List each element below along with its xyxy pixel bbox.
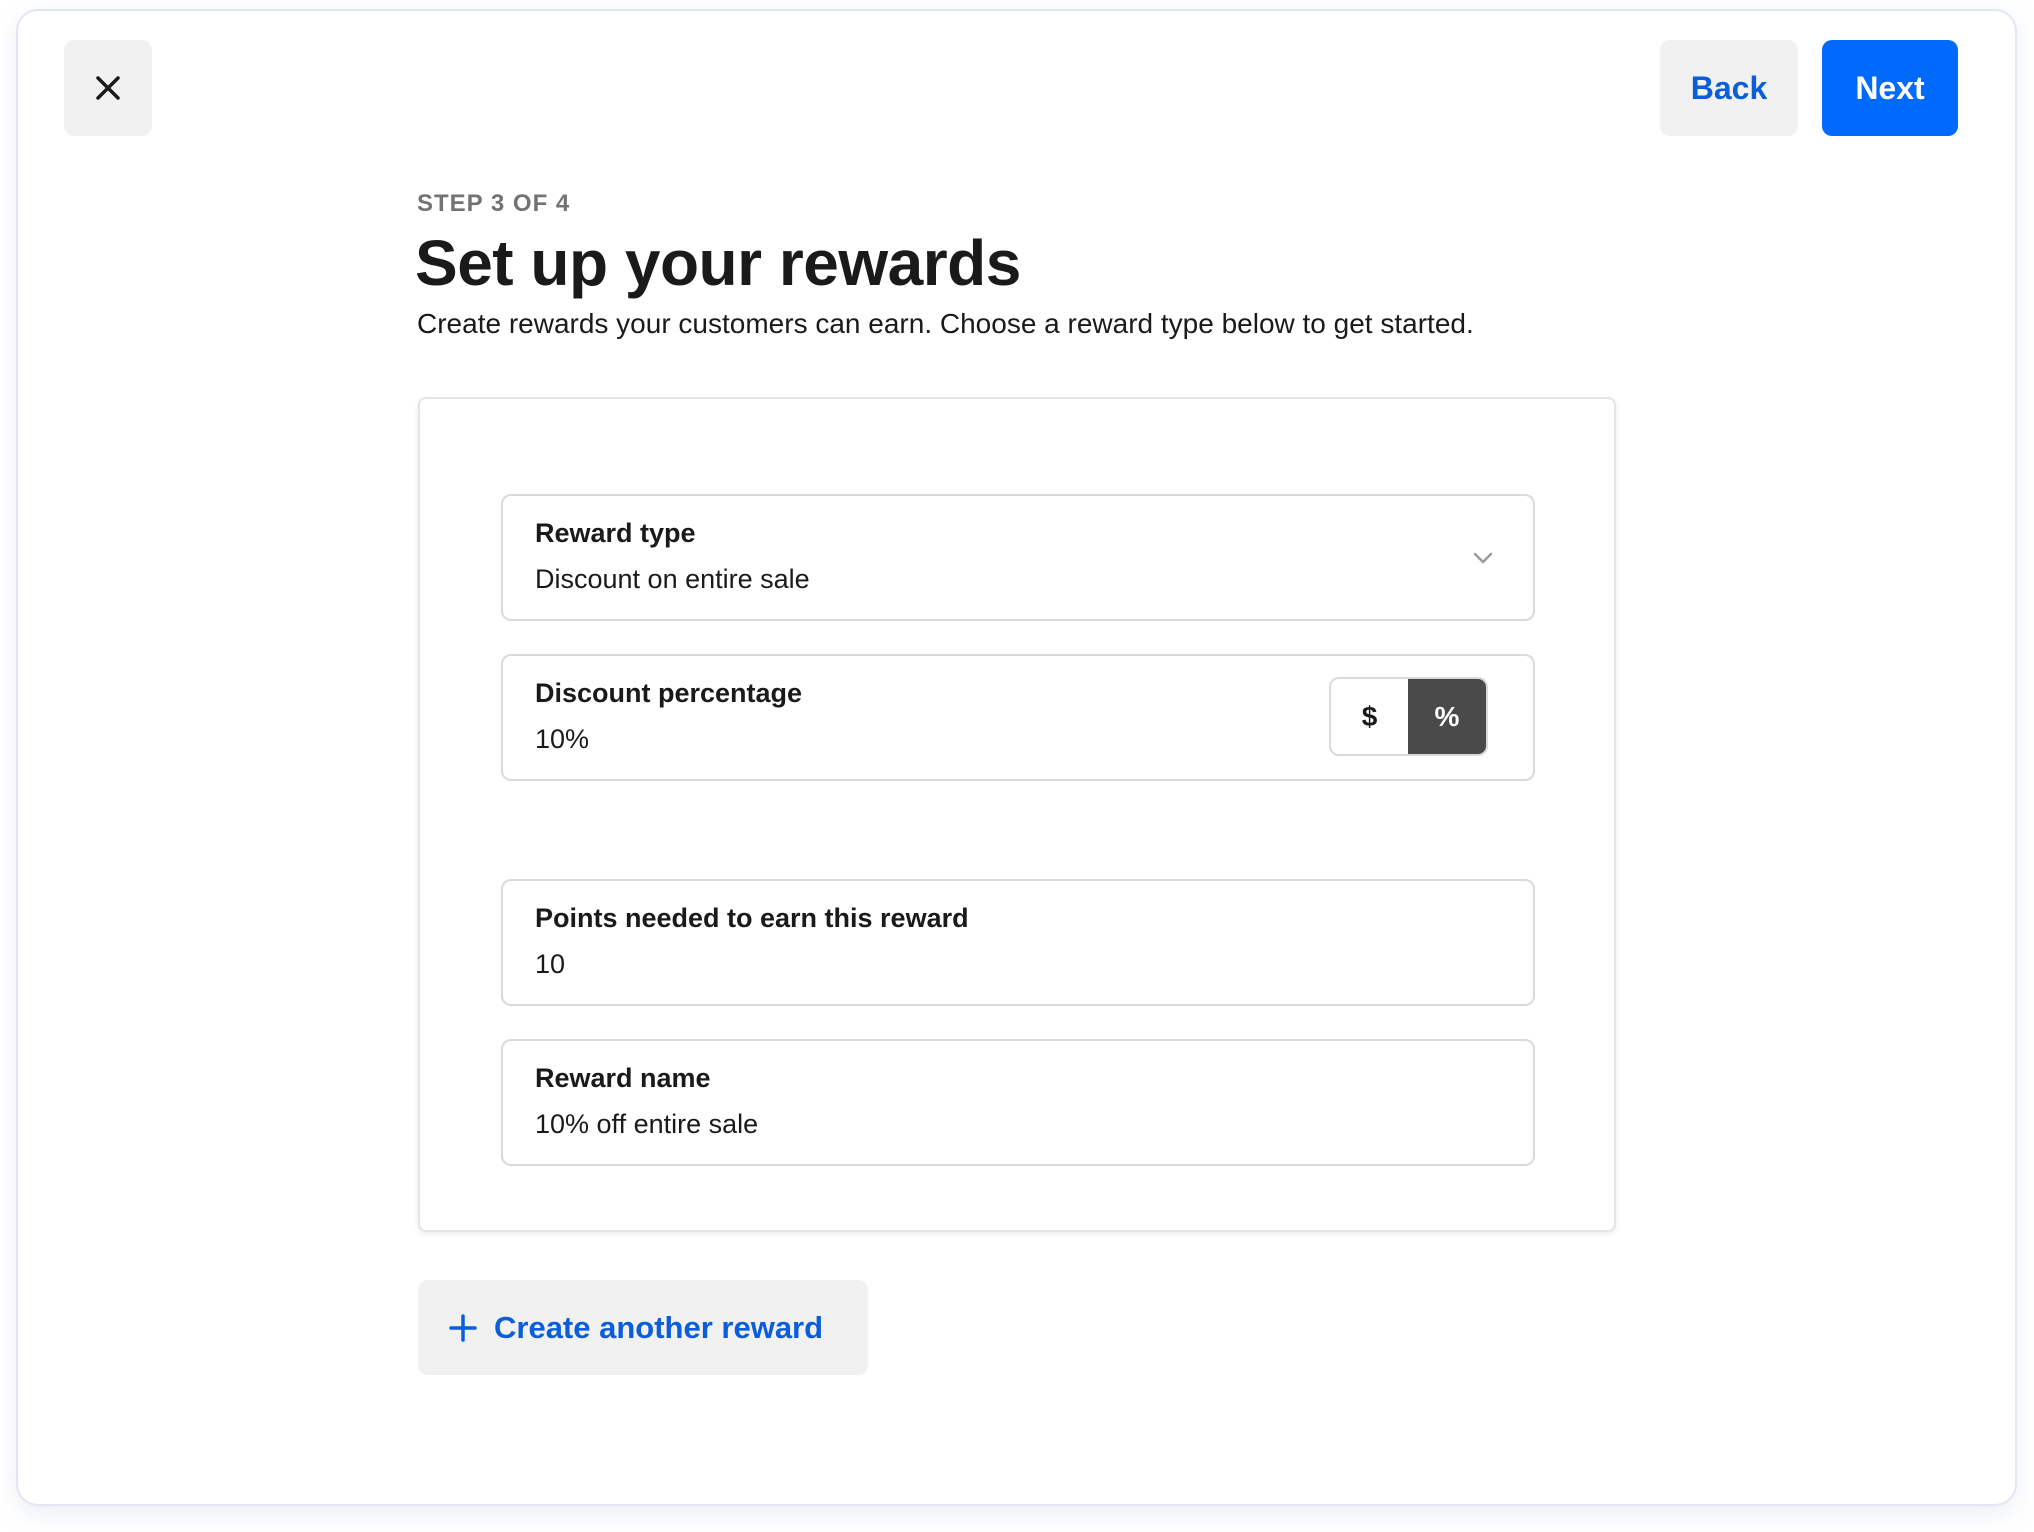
close-icon — [96, 76, 120, 100]
discount-percentage-label: Discount percentage — [535, 678, 803, 708]
close-button[interactable] — [64, 40, 152, 136]
reward-type-label: Reward type — [535, 518, 696, 548]
points-needed-value[interactable]: 10 — [535, 949, 565, 980]
reward-name-value[interactable]: 10% off entire sale — [535, 1109, 758, 1140]
plus-icon — [449, 1313, 477, 1342]
chevron-down-icon — [1473, 552, 1493, 564]
create-another-reward-label: Create another reward — [494, 1309, 824, 1345]
discount-unit-toggle: $ % — [1329, 677, 1488, 756]
next-button[interactable]: Next — [1822, 40, 1958, 136]
page-title: Set up your rewards — [415, 227, 1021, 299]
points-needed-label: Points needed to earn this reward — [535, 903, 969, 933]
discount-percentage-value[interactable]: 10% — [535, 724, 589, 755]
page-subtitle: Create rewards your customers can earn. … — [417, 308, 1474, 339]
toggle-percent[interactable]: % — [1408, 679, 1486, 754]
back-button[interactable]: Back — [1660, 40, 1798, 136]
reward-name-field[interactable]: Reward name 10% off entire sale — [501, 1039, 1535, 1166]
reward-type-value: Discount on entire sale — [535, 564, 810, 594]
points-needed-field[interactable]: Points needed to earn this reward 10 — [501, 879, 1535, 1006]
reward-type-select[interactable]: Reward type Discount on entire sale — [501, 494, 1535, 621]
toggle-dollar[interactable]: $ — [1331, 679, 1408, 754]
reward-name-label: Reward name — [535, 1063, 711, 1093]
create-another-reward-button[interactable]: Create another reward — [418, 1280, 868, 1375]
discount-percentage-field[interactable]: Discount percentage 10% $ % — [501, 654, 1535, 781]
step-indicator: STEP 3 OF 4 — [417, 190, 571, 217]
